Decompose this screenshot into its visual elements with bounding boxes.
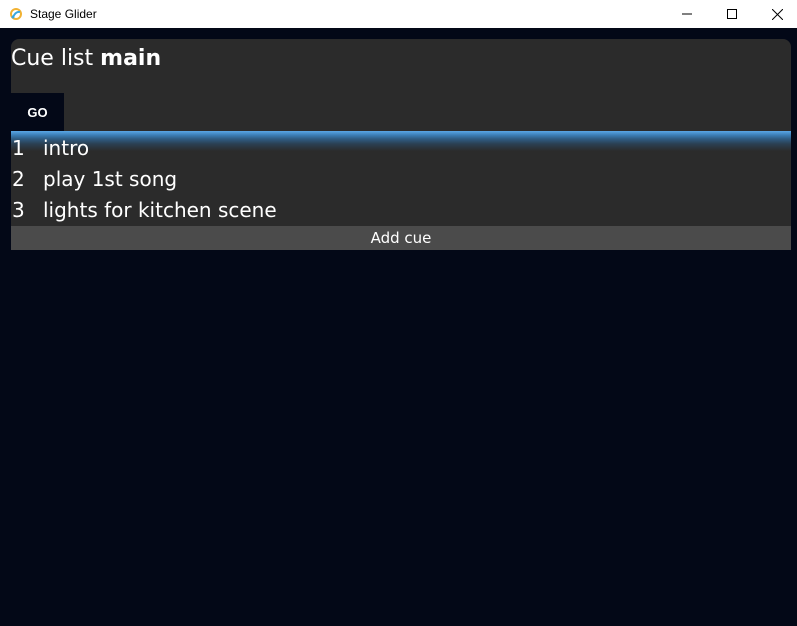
cue-list-panel: Cue list main GO 1 intro 2 play 1st song… xyxy=(11,39,791,250)
cue-label: lights for kitchen scene xyxy=(43,198,277,222)
close-icon xyxy=(771,8,783,20)
maximize-icon xyxy=(727,9,737,19)
stage-glider-logo-icon xyxy=(9,6,23,20)
cue-label: intro xyxy=(43,136,90,160)
cue-number: 2 xyxy=(12,167,25,191)
cue-row[interactable]: 2 play 1st song xyxy=(11,162,791,193)
cue-number: 3 xyxy=(12,198,25,222)
window-title: Stage Glider xyxy=(30,7,97,21)
minimize-icon xyxy=(682,9,692,19)
maximize-button[interactable] xyxy=(709,0,755,28)
minimize-button[interactable] xyxy=(664,0,710,28)
cue-list-title: Cue list main xyxy=(11,45,161,73)
cue-row[interactable]: 1 intro xyxy=(11,131,791,162)
cue-list-title-prefix: Cue list xyxy=(11,46,101,71)
add-cue-button[interactable]: Add cue xyxy=(11,226,791,250)
cue-row[interactable]: 3 lights for kitchen scene xyxy=(11,193,791,224)
cue-list: 1 intro 2 play 1st song 3 lights for kit… xyxy=(11,131,791,224)
cue-list-name: main xyxy=(100,46,162,71)
title-bar[interactable]: Stage Glider xyxy=(0,0,797,28)
close-button[interactable] xyxy=(754,0,797,28)
app-window: Stage Glider Cue list main GO 1 intro 2 … xyxy=(0,0,797,626)
cue-label: play 1st song xyxy=(43,167,178,191)
go-button[interactable]: GO xyxy=(11,93,64,131)
cue-number: 1 xyxy=(12,136,25,160)
